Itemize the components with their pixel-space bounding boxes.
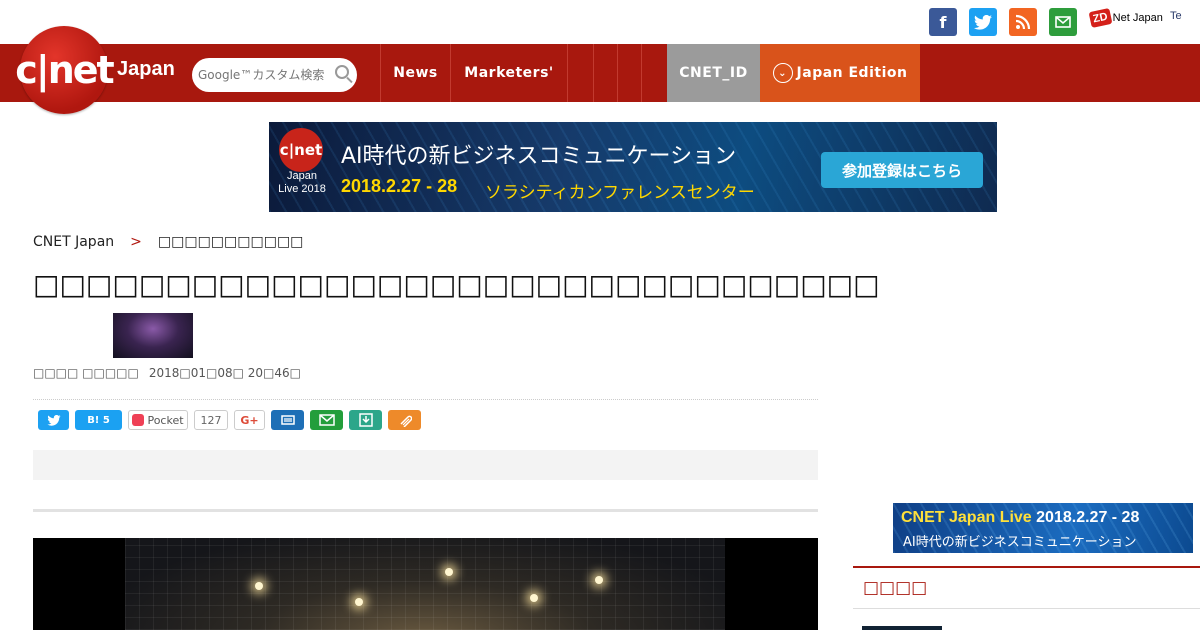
twitter-icon[interactable]: [969, 8, 997, 36]
nav-news[interactable]: News: [380, 44, 450, 102]
clip-icon[interactable]: [388, 410, 421, 430]
pocket-icon: [132, 414, 145, 426]
top-utility-bar: f ZD Net Japan Te: [0, 0, 1200, 44]
share-mail-icon[interactable]: [310, 410, 343, 430]
share-toolbar: B! 5 Pocket 127 G+: [38, 410, 421, 430]
article-byline: □□□□ □□□□□ 2018□01□08□ 20□46□: [33, 366, 301, 380]
nav-spacer-2: [593, 44, 617, 102]
sidebar-thumbnail[interactable]: [862, 626, 942, 630]
nav-spacer-4: [641, 44, 667, 102]
banner-cnet-logo: c|net: [279, 128, 323, 172]
sidebar-section-title: □□□□: [853, 566, 1200, 609]
stage-photo: [125, 538, 725, 630]
share-hatena-button[interactable]: B! 5: [75, 410, 122, 430]
edition-label: Japan Edition: [796, 65, 908, 81]
save-icon[interactable]: [349, 410, 382, 430]
article-date: 2018□01□08□ 20□46□: [148, 366, 301, 380]
banner-venue: ソラシティカンファレンスセンター: [485, 183, 755, 203]
breadcrumb-section[interactable]: □□□□□□□□□□□: [158, 234, 304, 250]
sidebar-ad[interactable]: CNET Japan Live 2018.2.27 - 28 AI時代の新ビジネ…: [893, 503, 1193, 553]
stage-light: [595, 576, 603, 584]
banner-logo-subtitle: Japan Live 2018: [278, 170, 326, 195]
sidebar-ad-date: 2018.2.27 - 28: [1036, 509, 1140, 526]
nav-cnet-id[interactable]: CNET_ID: [667, 44, 760, 102]
banner-register-button[interactable]: 参加登録はこちら: [821, 152, 983, 188]
share-pocket-button[interactable]: Pocket: [128, 410, 188, 430]
stage-light: [530, 594, 538, 602]
rss-icon[interactable]: [1009, 8, 1037, 36]
breadcrumb-home[interactable]: CNET Japan: [33, 234, 114, 250]
article-main-image: [33, 538, 818, 630]
nav-spacer-3: [617, 44, 641, 102]
logo-japan-label: Japan: [117, 58, 175, 80]
ad-placeholder-bar: [33, 450, 818, 480]
pocket-count: 127: [194, 410, 228, 430]
zdnet-label: Net Japan: [1112, 12, 1163, 24]
nav-marketers[interactable]: Marketers': [450, 44, 567, 102]
nav-japan-edition[interactable]: ⌄ Japan Edition: [760, 44, 920, 102]
breadcrumb: CNET Japan > □□□□□□□□□□□: [33, 234, 303, 250]
zdnet-logo: ZD: [1088, 8, 1113, 28]
banner-title: AI時代の新ビジネスコミュニケーション: [341, 144, 737, 169]
chevron-down-icon: ⌄: [772, 63, 793, 83]
techrepublic-link[interactable]: Te: [1170, 10, 1182, 22]
top-banner-ad[interactable]: c|net Japan Live 2018 AI時代の新ビジネスコミュニケーショ…: [269, 122, 997, 212]
divider: [33, 399, 818, 400]
cnet-logo[interactable]: c|net: [15, 26, 115, 114]
share-gplus-button[interactable]: G+: [234, 410, 265, 430]
article-headline: □□□□□□□□□□□□□□□□□□□□□□□□□□□□□□□□: [33, 268, 880, 301]
article-author[interactable]: □□□□ □□□□□: [33, 366, 139, 380]
mail-icon[interactable]: [1049, 8, 1077, 36]
sidebar-ad-line1: CNET Japan Live 2018.2.27 - 28: [901, 509, 1139, 527]
zdnet-japan-link[interactable]: ZD Net Japan: [1088, 8, 1163, 28]
stage-light: [355, 598, 363, 606]
facebook-icon[interactable]: f: [929, 8, 957, 36]
breadcrumb-separator: >: [130, 234, 142, 250]
search-box[interactable]: [192, 58, 357, 92]
section-rule: [33, 509, 818, 512]
nav-spacer-1: [567, 44, 593, 102]
print-icon[interactable]: [271, 410, 304, 430]
stage-light: [255, 582, 263, 590]
search-input[interactable]: [198, 68, 328, 82]
sidebar-ad-event: CNET Japan Live: [901, 509, 1032, 526]
article-thumbnail: [113, 313, 193, 358]
search-icon[interactable]: [335, 65, 349, 79]
banner-date: 2018.2.27 - 28: [341, 176, 458, 196]
stage-light: [445, 568, 453, 576]
sidebar-ad-line2: AI時代の新ビジネスコミュニケーション: [903, 535, 1137, 550]
pocket-label: Pocket: [147, 413, 184, 427]
share-twitter-button[interactable]: [38, 410, 69, 430]
